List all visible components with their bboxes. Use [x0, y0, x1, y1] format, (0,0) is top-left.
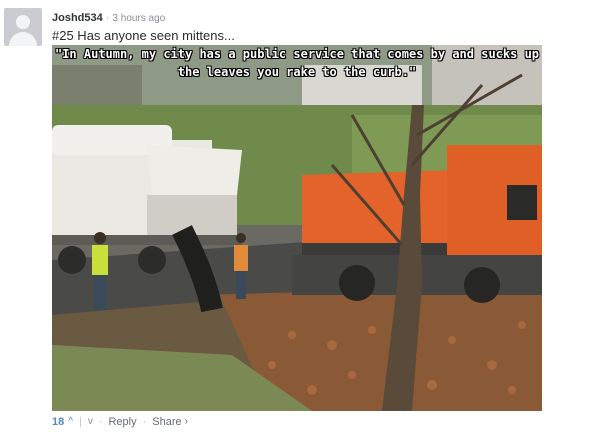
footer-separator: ·: [98, 416, 103, 428]
share-button[interactable]: Share: [152, 415, 181, 429]
timestamp[interactable]: 3 hours ago: [112, 13, 165, 24]
downvote-icon[interactable]: v: [88, 415, 93, 429]
author-name[interactable]: Joshd534: [52, 12, 103, 24]
vote-divider: |: [78, 416, 82, 428]
avatar[interactable]: [4, 8, 42, 46]
meta-separator: ·: [105, 12, 110, 24]
avatar-head-shape: [16, 15, 30, 29]
chevron-right-icon: ›: [184, 416, 188, 427]
avatar-body-shape: [9, 32, 37, 46]
photo-scene: [52, 45, 542, 411]
reply-button[interactable]: Reply: [108, 415, 136, 429]
comment-meta: Joshd534 · 3 hours ago: [52, 12, 165, 25]
image-caption: "In Autumn, my city has a public service…: [54, 47, 540, 79]
upvote-icon[interactable]: ^: [68, 415, 73, 429]
comment-footer: 18 ^ | v · Reply · Share ›: [52, 415, 188, 429]
footer-separator: ·: [142, 416, 147, 428]
comment-photo[interactable]: "In Autumn, my city has a public service…: [52, 45, 542, 411]
comment-text: #25 Has anyone seen mittens...: [52, 28, 235, 43]
vote-count: 18: [52, 416, 65, 428]
